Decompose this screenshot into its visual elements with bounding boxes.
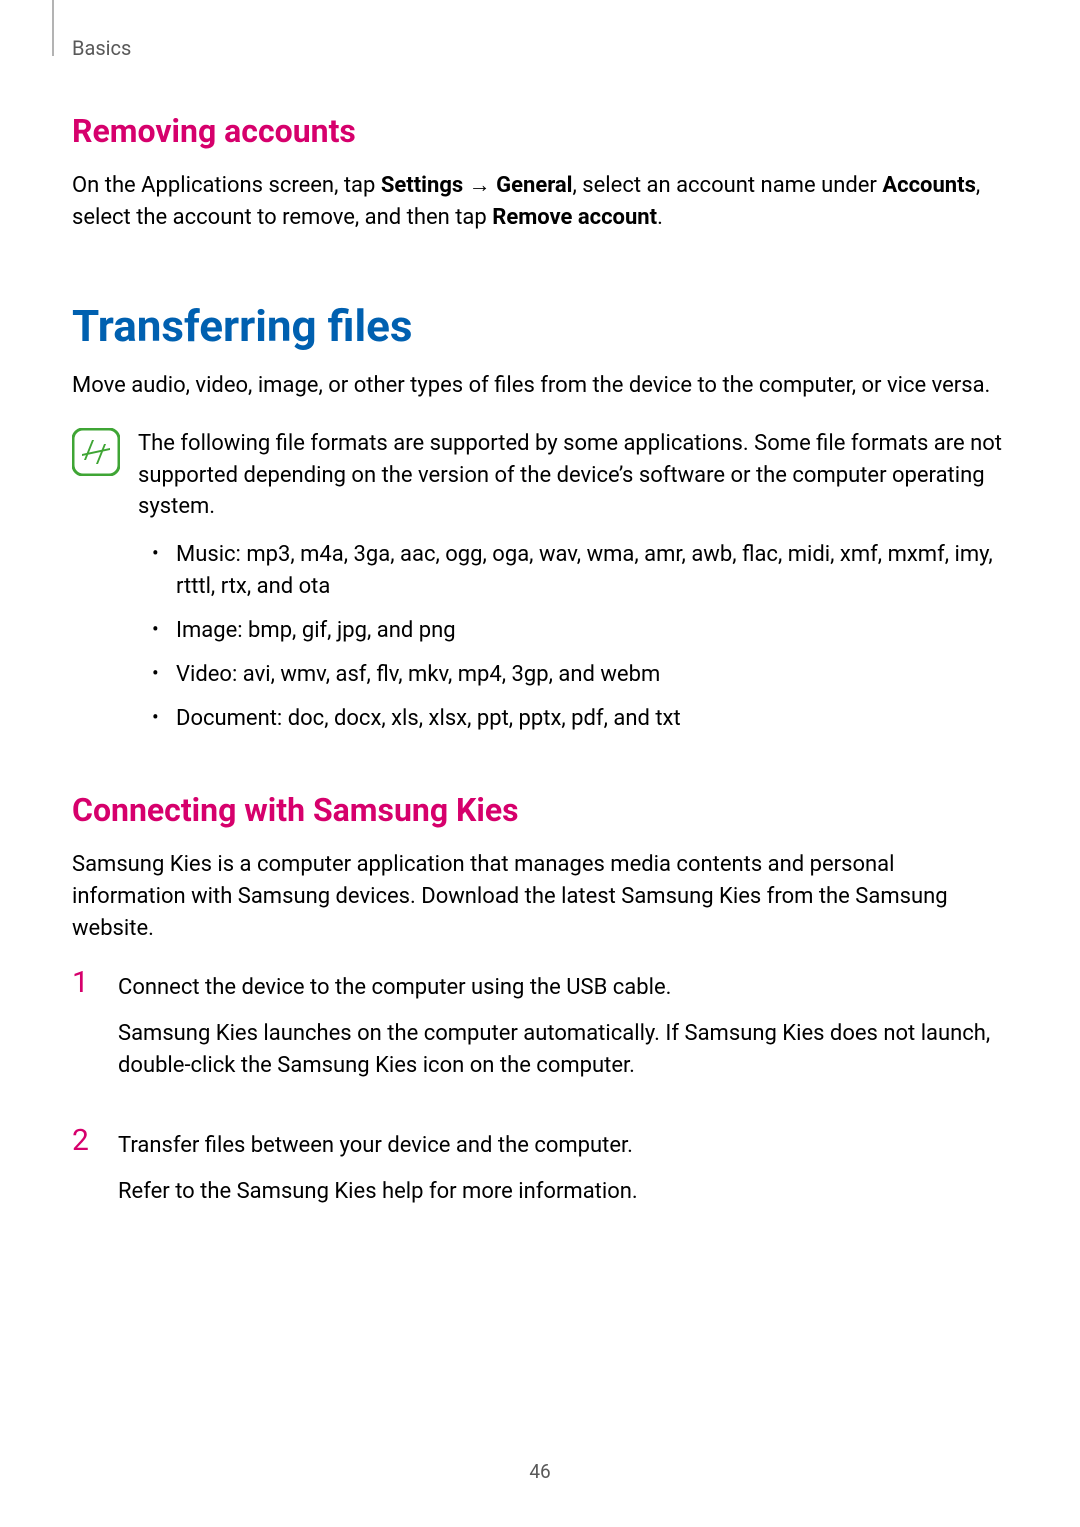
step-text: Refer to the Samsung Kies help for more … <box>118 1176 1008 1208</box>
heading-connecting-kies: Connecting with Samsung Kies <box>72 791 1008 829</box>
arrow-icon: → <box>463 173 496 198</box>
list-item: Document: doc, docx, xls, xlsx, ppt, ppt… <box>148 703 1008 735</box>
note-text: The following file formats are supported… <box>138 428 1008 524</box>
step-number: 1 <box>72 968 96 1096</box>
content: Removing accounts On the Applications sc… <box>0 0 1080 1222</box>
note-icon <box>72 428 120 476</box>
heading-transferring-files: Transferring files <box>72 300 1008 352</box>
page-number: 46 <box>0 1460 1080 1483</box>
header-rule <box>52 0 54 56</box>
list-item: Music: mp3, m4a, 3ga, aac, ogg, oga, wav… <box>148 539 1008 603</box>
transferring-intro: Move audio, video, image, or other types… <box>72 370 1008 402</box>
step-body: Transfer files between your device and t… <box>118 1130 1008 1222</box>
step-item: 1 Connect the device to the computer usi… <box>72 972 1008 1096</box>
text-segment: On the Applications screen, tap <box>72 173 381 198</box>
text-segment: . <box>657 205 663 230</box>
text-bold-remove-account: Remove account <box>492 205 657 230</box>
step-list: 1 Connect the device to the computer usi… <box>72 972 1008 1221</box>
step-number: 2 <box>72 1126 96 1222</box>
removing-accounts-paragraph: On the Applications screen, tap Settings… <box>72 170 1008 234</box>
step-text: Samsung Kies launches on the computer au… <box>118 1018 1008 1082</box>
heading-removing-accounts: Removing accounts <box>72 112 1008 150</box>
text-bold-general: General <box>496 173 572 198</box>
text-bold-settings: Settings <box>381 173 463 198</box>
list-item: Image: bmp, gif, jpg, and png <box>148 615 1008 647</box>
breadcrumb: Basics <box>72 36 131 60</box>
text-segment: , select an account name under <box>573 173 883 198</box>
format-list: Music: mp3, m4a, 3ga, aac, ogg, oga, wav… <box>148 539 1008 734</box>
page: Basics Removing accounts On the Applicat… <box>0 0 1080 1527</box>
note-block: The following file formats are supported… <box>72 428 1008 524</box>
step-text: Transfer files between your device and t… <box>118 1130 1008 1162</box>
step-body: Connect the device to the computer using… <box>118 972 1008 1096</box>
list-item: Video: avi, wmv, asf, flv, mkv, mp4, 3gp… <box>148 659 1008 691</box>
kies-intro: Samsung Kies is a computer application t… <box>72 849 1008 945</box>
text-bold-accounts: Accounts <box>882 173 976 198</box>
step-item: 2 Transfer files between your device and… <box>72 1130 1008 1222</box>
step-text: Connect the device to the computer using… <box>118 972 1008 1004</box>
